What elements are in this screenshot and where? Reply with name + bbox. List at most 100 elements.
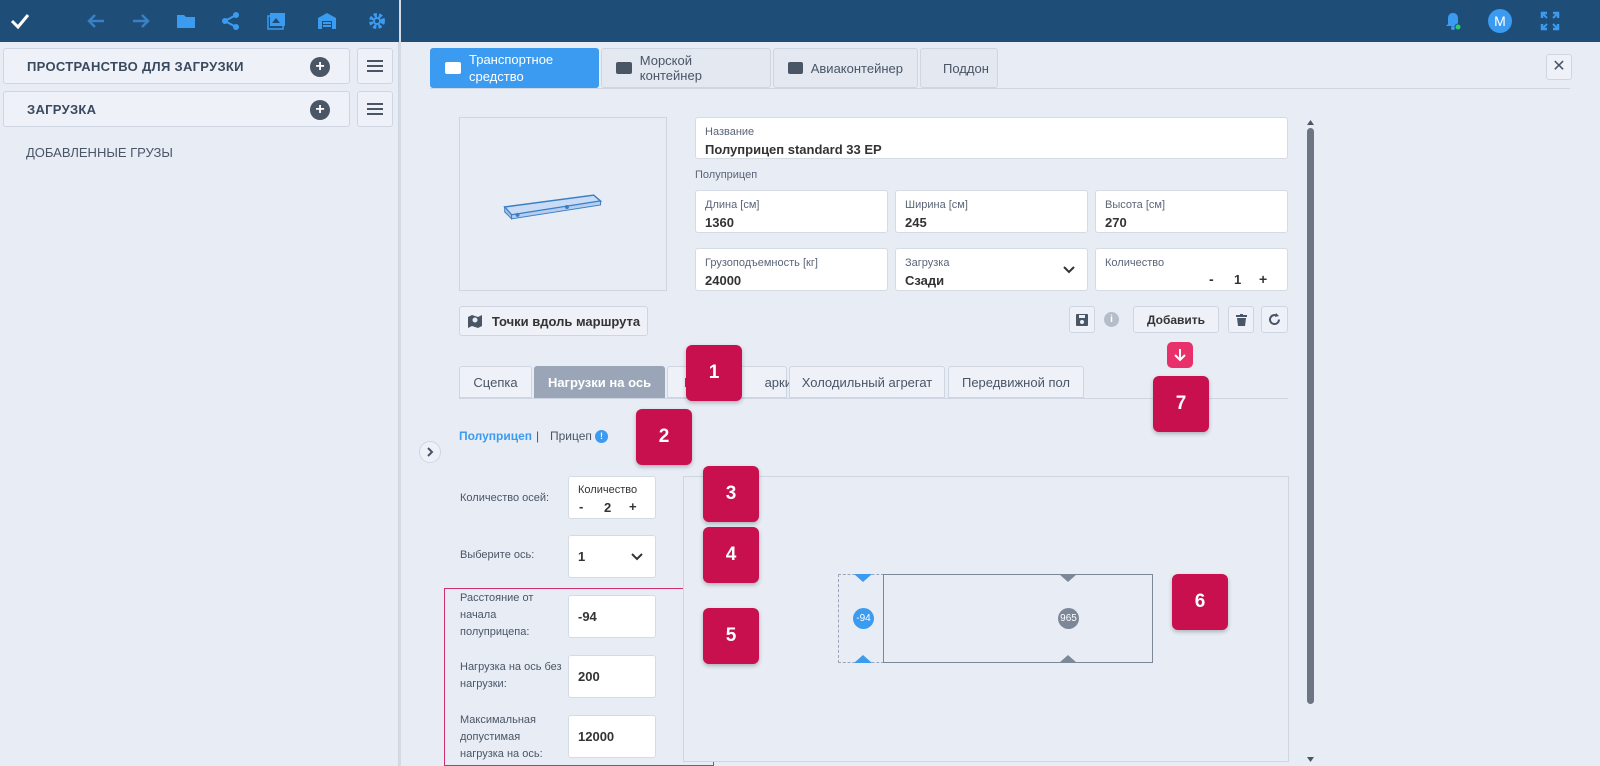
axle-1-marker[interactable]: -94 [853, 608, 874, 629]
quantity-minus-button[interactable]: - [1209, 271, 1214, 287]
warning-icon: ! [595, 430, 608, 443]
axle-select-value: 1 [578, 549, 586, 564]
route-points-button[interactable]: Точки вдоль маршрута [459, 306, 648, 336]
folder-icon[interactable] [173, 8, 199, 34]
arrow-right-icon[interactable] [128, 8, 154, 34]
added-cargo-label[interactable]: ДОБАВЛЕННЫЕ ГРУЗЫ [26, 145, 173, 160]
chevron-right-icon [427, 447, 434, 457]
load-accordion[interactable]: ЗАГРУЗКА + [3, 91, 350, 127]
name-field[interactable]: Название Полуприцеп standard 33 EP [695, 117, 1288, 159]
empty-load-label: Нагрузка на ось без нагрузки: [460, 661, 562, 690]
length-label: Длина [см] [705, 199, 760, 211]
chevron-down-icon [1063, 266, 1075, 274]
height-field[interactable]: Высота [см] 270 [1095, 190, 1288, 233]
scroll-down-button[interactable] [1167, 342, 1193, 368]
capacity-field[interactable]: Грузоподъемность [кг] 24000 [695, 248, 888, 291]
check-icon[interactable] [7, 8, 33, 34]
capacity-label: Грузоподъемность [кг] [705, 257, 818, 269]
trailer-toggle[interactable]: Прицеп [550, 428, 592, 445]
width-field[interactable]: Ширина [см] 245 [895, 190, 1088, 233]
axle-marker-top-icon [854, 574, 872, 582]
max-load-input[interactable]: 12000 [568, 715, 656, 758]
space-accordion[interactable]: ПРОСТРАНСТВО ДЛЯ ЗАГРУЗКИ + [3, 48, 350, 84]
add-space-button[interactable]: + [310, 57, 330, 77]
axle-select[interactable]: 1 [568, 535, 656, 578]
tab-refrigerator-label: Холодильный агрегат [801, 374, 933, 390]
vehicle-image [459, 117, 667, 291]
tabs-divider [430, 88, 1570, 89]
scroll-up-icon[interactable] [1306, 118, 1315, 126]
callout-badge-3: 3 [703, 466, 759, 522]
map-pin-icon [467, 315, 482, 328]
tab-vehicle[interactable]: Транспортное средство [430, 48, 599, 88]
tab-refrigerator[interactable]: Холодильный агрегат [789, 366, 945, 398]
tab-moving-floor[interactable]: Передвижной пол [948, 366, 1084, 398]
delete-button[interactable] [1228, 306, 1254, 333]
axles-plus-button[interactable]: + [629, 499, 637, 514]
container-icon [616, 62, 632, 74]
axles-count-stepper[interactable]: Количество - 2 + [568, 476, 656, 519]
tab-moving-floor-label: Передвижной пол [961, 374, 1071, 390]
quantity-stepper[interactable]: Количество - 1 + [1095, 248, 1288, 291]
quantity-plus-button[interactable]: + [1259, 271, 1267, 287]
scroll-down-icon[interactable] [1306, 756, 1315, 764]
arrow-down-icon [1174, 349, 1186, 362]
loading-label: Загрузка [905, 257, 950, 269]
avatar[interactable]: M [1488, 9, 1512, 33]
name-label: Название [705, 126, 755, 138]
refresh-button[interactable] [1261, 306, 1288, 333]
tab-sea-container[interactable]: Морской контейнер [601, 48, 771, 88]
axles-count-box-label: Количество [578, 484, 638, 496]
loading-value: Сзади [905, 273, 945, 288]
axles-count-label: Количество осей: [460, 492, 550, 504]
axle2-marker-top-icon [1059, 574, 1077, 582]
scrollbar-thumb[interactable] [1307, 128, 1314, 704]
tab-coupling-label: Сцепка [473, 374, 518, 390]
callout-badge-6: 6 [1172, 574, 1228, 630]
tab-air-container[interactable]: Авиаконтейнер [773, 48, 918, 88]
axle-2-marker[interactable]: 965 [1058, 608, 1079, 629]
tab-pallet[interactable]: Поддон [920, 48, 998, 88]
close-button[interactable]: ✕ [1546, 54, 1572, 80]
length-field[interactable]: Длина [см] 1360 [695, 190, 888, 233]
max-load-label: Максимальная допустимая нагрузка на ось: [460, 714, 543, 760]
axle-marker-bottom-icon [854, 655, 872, 663]
load-menu-button[interactable] [357, 91, 393, 127]
fullscreen-icon[interactable] [1537, 8, 1563, 34]
height-value: 270 [1105, 215, 1127, 230]
tab-axle-loads-label: Нагрузки на ось [547, 374, 652, 390]
arrow-left-icon[interactable] [83, 8, 109, 34]
tab-coupling[interactable]: Сцепка [459, 366, 532, 398]
tab-sea-label: Морской контейнер [639, 53, 702, 83]
empty-load-input[interactable]: 200 [568, 655, 656, 698]
width-value: 245 [905, 215, 927, 230]
space-title: ПРОСТРАНСТВО ДЛЯ ЗАГРУЗКИ [27, 59, 244, 74]
tab-pallet-label: Поддон [943, 60, 989, 76]
loading-select[interactable]: Загрузка Сзади [895, 248, 1088, 291]
axles-minus-button[interactable]: - [579, 499, 583, 514]
quantity-value: 1 [1234, 272, 1242, 287]
expand-panel-button[interactable] [419, 441, 441, 463]
add-button[interactable]: Добавить [1133, 306, 1219, 333]
tab-axle-loads[interactable]: Нагрузки на ось [534, 366, 665, 398]
width-label: Ширина [см] [905, 199, 968, 211]
chevron-down-icon [631, 553, 643, 561]
save-button[interactable] [1069, 306, 1095, 333]
share-icon[interactable] [218, 8, 244, 34]
image-icon[interactable] [264, 8, 290, 34]
length-value: 1360 [705, 215, 734, 230]
bell-icon[interactable] [1440, 8, 1466, 34]
tab-marks-label-end: арки [764, 374, 792, 390]
axles-count-value: 2 [604, 500, 612, 515]
add-load-button[interactable]: + [310, 100, 330, 120]
menu-icon [367, 103, 383, 115]
trash-icon [1235, 313, 1247, 326]
info-icon[interactable]: i [1104, 312, 1119, 327]
warehouse-icon[interactable] [314, 8, 340, 34]
toggle-separator: | [536, 429, 540, 443]
space-menu-button[interactable] [357, 48, 393, 84]
semitrailer-toggle[interactable]: Полуприцеп [459, 428, 532, 445]
load-title: ЗАГРУЗКА [27, 102, 97, 117]
settings-icon[interactable] [364, 8, 390, 34]
distance-input[interactable]: -94 [568, 595, 656, 638]
